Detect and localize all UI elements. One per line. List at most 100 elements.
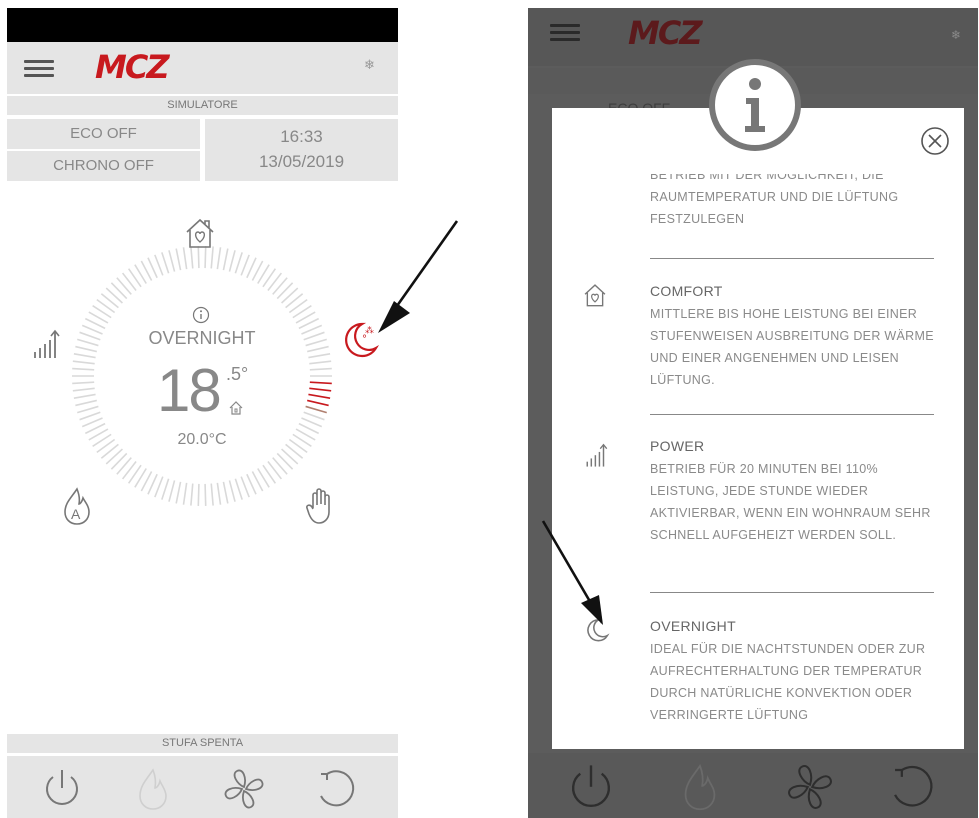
dial-tick [182,247,188,270]
dial-tick [308,393,331,399]
dim-bottom-controls [528,753,978,818]
dial-tick [234,252,243,274]
eco-status[interactable]: ECO OFF [7,119,200,149]
dial-tick [72,387,95,392]
dial-tick [301,324,323,335]
dial-tick [77,338,99,347]
dial-tick [168,250,176,272]
flame-button[interactable] [135,766,171,812]
info-section-intro: BETRIEB MIT DER MÖGLICHKEIT, DIE RAUMTEM… [650,174,930,240]
app-screen-main: MCZ ❄ SIMULATORE ECO OFF CHRONO OFF 16:3… [7,8,398,818]
annotation-arrow-left [378,220,459,333]
dial-tick [204,483,207,506]
dial-tick [305,338,327,347]
dial-tick [81,417,103,428]
annotation-arrow-right [541,520,603,625]
dial-tick [72,360,95,365]
room-temperature-decimal: .5° [226,364,249,384]
dial-tick [240,254,250,276]
dial-tick [77,405,99,414]
dial-tick [303,331,325,341]
dial-tick [197,483,200,506]
separator [650,592,934,593]
dial-tick [79,331,101,341]
dim-snowflake-icon: ❄ [951,28,962,42]
dial-tick [73,393,96,399]
fan-button[interactable] [221,766,267,812]
dim-power-button [571,765,611,808]
chrono-status[interactable]: CHRONO OFF [7,151,200,181]
comfort-text: MITTLERE BIS HOHE LEISTUNG BEI EINER STU… [650,307,934,387]
app-header: MCZ ❄ [7,42,398,94]
room-home-icon [229,401,243,415]
dial-tick [216,247,222,270]
power-icon [586,443,608,467]
snowflake-icon[interactable]: ❄ [364,58,375,73]
dial-tick [309,387,332,392]
dial-tick [309,360,332,365]
power-button[interactable] [41,768,83,810]
overnight-title: OVERNIGHT [650,618,736,634]
comfort-icon [584,284,606,307]
dial-tick [175,248,182,271]
dial-tick [75,345,97,353]
dial-tick [216,482,222,505]
dial-tick [72,367,95,371]
brand-logo: MCZ [95,48,170,86]
dial-tick [303,411,325,421]
power-text: BETRIEB FÜR 20 MINUTEN BEI 110% LEISTUNG… [650,462,931,542]
dial-tick [110,282,128,300]
dial-tick [307,345,329,353]
room-temperature: 18 [157,357,222,424]
clock-panel: 16:33 13/05/2019 [205,119,398,181]
close-icon[interactable] [920,126,950,156]
dial-tick [276,282,294,300]
overnight-text: IDEAL FÜR DIE NACHTSTUNDEN ODER ZUR AUFR… [650,642,926,722]
menu-icon[interactable] [24,56,54,81]
info-modal: BETRIEB MIT DER MÖGLICHKEIT, DIE RAUMTEM… [552,108,964,749]
dial-tick [110,452,128,470]
dial-tick [222,248,229,271]
dim-menu-icon [550,20,580,45]
app-screen-info-overlay: MCZ ❄ ECO OFF BETRIEB MIT DER MÖGLICHKEI… [528,8,978,818]
stove-status-bar: STUFA SPENTA [7,734,398,753]
dial-tick [228,250,236,272]
power-bars-icon[interactable] [31,328,63,362]
dial-tick [309,367,332,371]
dial-tick [175,481,182,504]
comfort-title: COMFORT [650,283,723,299]
dial-tick [75,399,97,407]
info-badge-icon [709,59,801,151]
setpoint-temperature: 20.0°C [177,431,227,448]
dial-tick [154,254,164,276]
dial-tick [301,417,323,428]
dial-tick [161,478,170,500]
comfort-home-icon[interactable] [183,216,217,250]
bottom-controls [7,756,398,818]
clock-time: 16:33 [280,127,323,146]
dim-fan-button [788,765,832,809]
dial-tick [210,483,214,506]
dial-tick [228,480,236,502]
auto-flame-icon[interactable]: A [61,486,93,526]
dial-tick [161,252,170,274]
status-bar [7,8,398,42]
dial-tick [73,353,96,359]
dial-tick [72,381,95,385]
separator [650,414,934,415]
clock-date: 13/05/2019 [258,152,345,171]
power-title: POWER [650,438,705,454]
dial-tick [190,483,194,506]
manual-hand-icon[interactable] [305,486,335,526]
dial-tick [105,448,123,465]
reset-button[interactable] [313,766,359,812]
intro-text: BETRIEB MIT DER MÖGLICHKEIT, DIE RAUMTEM… [650,174,899,226]
info-icon[interactable] [192,306,210,324]
active-mode-label: OVERNIGHT [148,328,256,348]
dial-tick [79,411,101,421]
dim-brand-logo: MCZ [628,14,703,52]
dim-reset-button [894,765,933,807]
dial-tick [234,478,243,500]
dial-tick [309,381,332,385]
dial-tick [154,476,164,498]
